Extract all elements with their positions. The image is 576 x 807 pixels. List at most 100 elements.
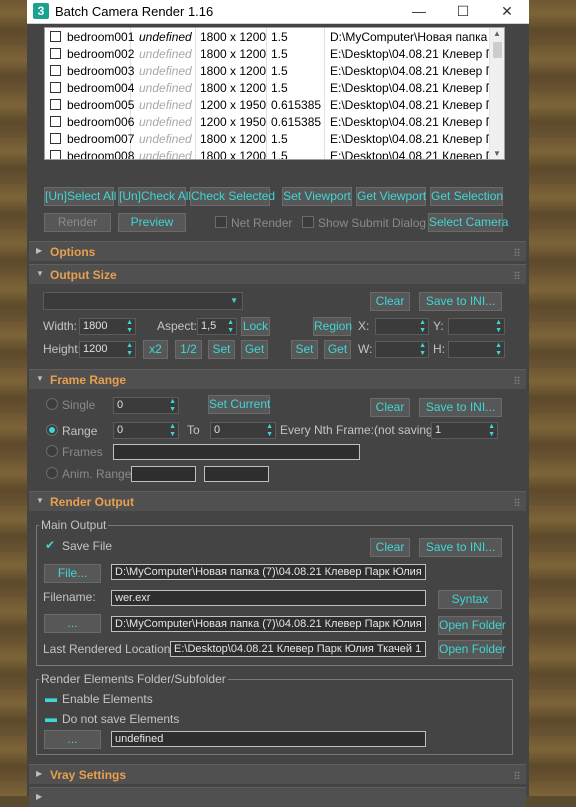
minimize-button[interactable]: —	[397, 0, 441, 24]
dash-check-icon[interactable]: ▬	[45, 692, 57, 704]
scroll-up-icon[interactable]: ▲	[493, 29, 501, 38]
render-output-save-ini-button[interactable]: Save to INI...	[419, 538, 502, 557]
camera-row[interactable]: bedroom001 undefined 1800 x 1200 1.5 D:\MyCo…	[45, 28, 492, 45]
aspect-spinner[interactable]: 1,5 ▲ ▼	[197, 318, 237, 335]
elements-path-field[interactable]: undefined	[111, 731, 426, 747]
spinner-arrows-icon[interactable]: ▲ ▼	[419, 342, 426, 358]
region-get-button[interactable]: Get	[324, 340, 351, 359]
x2-button[interactable]: x2	[143, 340, 168, 359]
rollout-next[interactable]: ▶	[29, 787, 526, 807]
uncheck-all-button[interactable]: [Un]Check All	[118, 187, 191, 206]
maximize-button[interactable]: ☐	[441, 0, 485, 24]
output-size-clear-button[interactable]: Clear	[370, 292, 410, 311]
camera-row[interactable]: bedroom003 undefined 1800 x 1200 1.5 E:\Desk…	[45, 62, 492, 79]
last-rendered-field[interactable]: E:\Desktop\04.08.21 Клевер Парк Юлия Тка…	[170, 641, 426, 657]
camera-checkbox[interactable]	[50, 48, 61, 59]
region-x-spinner[interactable]: ▲ ▼	[375, 318, 429, 335]
open-folder-button[interactable]: Open Folder	[438, 616, 506, 635]
frame-range-save-ini-button[interactable]: Save to INI...	[419, 398, 502, 417]
range-radio[interactable]	[46, 424, 58, 436]
camera-checkbox[interactable]	[50, 31, 61, 42]
preset-dropdown[interactable]: ▼	[43, 292, 243, 310]
rollout-options[interactable]: ▶ Options	[29, 241, 526, 261]
half-button[interactable]: 1/2	[175, 340, 202, 359]
region-y-spinner[interactable]: ▲ ▼	[448, 318, 505, 335]
nth-frame-spinner[interactable]: 1 ▲ ▼	[431, 422, 498, 439]
camera-row[interactable]: bedroom007 undefined 1800 x 1200 1.5 E:\Desk…	[45, 130, 492, 147]
camera-row[interactable]: bedroom002 undefined 1800 x 1200 1.5 E:\Desk…	[45, 45, 492, 62]
camera-row[interactable]: bedroom008 undefined 1800 x 1200 1.5 E:\Desk…	[45, 147, 492, 159]
size-set-button[interactable]: Set	[208, 340, 235, 359]
preview-button[interactable]: Preview	[118, 213, 186, 232]
close-button[interactable]: ✕	[485, 0, 529, 24]
camera-checkbox[interactable]	[50, 82, 61, 93]
camera-row[interactable]: bedroom005 undefined 1200 x 1950 0.615385 E:…	[45, 96, 492, 113]
spinner-arrows-icon[interactable]: ▲ ▼	[126, 319, 133, 335]
get-viewport-button[interactable]: Get Viewport	[356, 187, 426, 206]
camera-list[interactable]: bedroom001 undefined 1800 x 1200 1.5 D:\MyCo…	[44, 27, 505, 160]
camera-row[interactable]: bedroom004 undefined 1800 x 1200 1.5 E:\Desk…	[45, 79, 492, 96]
set-current-button[interactable]: Set Current	[208, 395, 270, 414]
scroll-thumb[interactable]	[493, 42, 502, 58]
output-size-save-ini-button[interactable]: Save to INI...	[419, 292, 502, 311]
spinner-arrows-icon[interactable]: ▲ ▼	[488, 423, 495, 439]
camera-checkbox[interactable]	[50, 133, 61, 144]
camera-checkbox[interactable]	[50, 99, 61, 110]
anim-end-field[interactable]	[204, 466, 269, 482]
scroll-down-icon[interactable]: ▼	[493, 149, 501, 158]
camera-checkbox[interactable]	[50, 150, 61, 159]
checkmark-icon[interactable]: ✔	[45, 539, 55, 551]
select-camera-button[interactable]: Select Camera	[428, 213, 508, 232]
spinner-arrows-icon[interactable]: ▲ ▼	[227, 319, 234, 335]
rollout-render-output[interactable]: ▼ Render Output	[29, 491, 526, 511]
height-spinner[interactable]: 1200 ▲ ▼	[79, 341, 136, 358]
spinner-arrows-icon[interactable]: ▲ ▼	[126, 342, 133, 358]
spinner-arrows-icon[interactable]: ▲ ▼	[495, 319, 502, 335]
rollout-vray-settings[interactable]: ▶ Vray Settings	[29, 764, 526, 784]
rollout-frame-range[interactable]: ▼ Frame Range	[29, 369, 526, 389]
set-viewport-button[interactable]: Set Viewport	[282, 187, 352, 206]
filename-field[interactable]: wer.exr	[111, 590, 426, 606]
spinner-arrows-icon[interactable]: ▲ ▼	[419, 319, 426, 335]
frames-field[interactable]	[113, 444, 360, 460]
range-to-spinner[interactable]: 0 ▲ ▼	[210, 422, 276, 439]
spinner-arrows-icon[interactable]: ▲ ▼	[266, 423, 273, 439]
size-get-button[interactable]: Get	[241, 340, 268, 359]
folder-path-field[interactable]: D:\MyComputer\Новая папка (7)\04.08.21 К…	[111, 616, 426, 632]
rollout-output-size[interactable]: ▼ Output Size	[29, 264, 526, 284]
check-selected-button[interactable]: Check Selected	[190, 187, 275, 206]
net-render-checkbox[interactable]	[215, 216, 227, 228]
spinner-arrows-icon[interactable]: ▲ ▼	[169, 423, 176, 439]
width-spinner[interactable]: 1800 ▲ ▼	[79, 318, 136, 335]
spinner-arrows-icon[interactable]: ▲ ▼	[495, 342, 502, 358]
camera-checkbox[interactable]	[50, 65, 61, 76]
frames-radio[interactable]	[46, 445, 58, 457]
render-output-clear-button[interactable]: Clear	[370, 538, 410, 557]
file-button[interactable]: File...	[44, 564, 101, 583]
open-last-folder-button[interactable]: Open Folder	[438, 640, 506, 659]
camera-checkbox[interactable]	[50, 116, 61, 127]
show-submit-checkbox[interactable]	[302, 216, 314, 228]
anim-start-field[interactable]	[131, 466, 196, 482]
range-from-spinner[interactable]: 0 ▲ ▼	[113, 422, 179, 439]
unselect-all-button[interactable]: [Un]Select All	[44, 187, 116, 206]
browse-elements-button[interactable]: ...	[44, 730, 101, 749]
get-selection-button[interactable]: Get Selection	[430, 187, 503, 206]
spinner-arrows-icon[interactable]: ▲ ▼	[169, 398, 176, 414]
syntax-button[interactable]: Syntax	[438, 590, 502, 609]
anim-range-radio[interactable]	[46, 467, 58, 479]
frame-range-clear-button[interactable]: Clear	[370, 398, 410, 417]
file-path-field[interactable]: D:\MyComputer\Новая папка (7)\04.08.21 К…	[111, 564, 426, 580]
lock-button[interactable]: Lock	[241, 317, 270, 336]
region-button[interactable]: Region	[313, 317, 352, 336]
list-scrollbar[interactable]: ▲ ▼	[489, 28, 504, 159]
single-frame-spinner[interactable]: 0 ▲ ▼	[113, 397, 179, 414]
browse-folder-button[interactable]: ...	[44, 614, 101, 633]
camera-row[interactable]: bedroom006 undefined 1200 x 1950 0.615385 E:…	[45, 113, 492, 130]
single-radio[interactable]	[46, 398, 58, 410]
region-set-button[interactable]: Set	[291, 340, 318, 359]
region-w-spinner[interactable]: ▲ ▼	[375, 341, 429, 358]
dash-check-icon[interactable]: ▬	[45, 712, 57, 724]
region-h-spinner[interactable]: ▲ ▼	[448, 341, 505, 358]
render-button[interactable]: Render	[44, 213, 111, 232]
